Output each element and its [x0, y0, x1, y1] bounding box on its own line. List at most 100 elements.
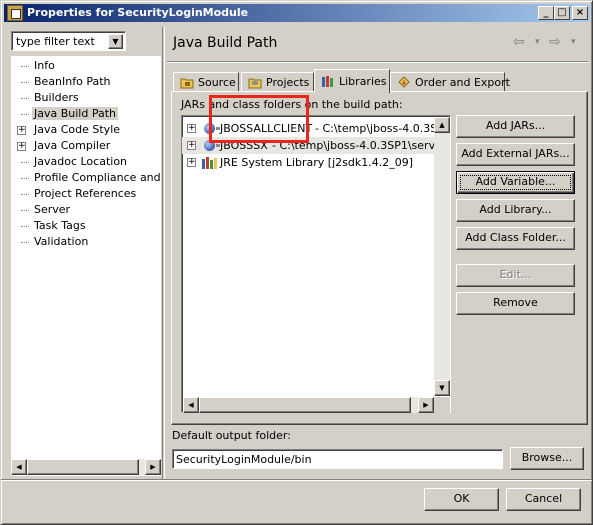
add-library-button[interactable]: Add Library... [456, 199, 575, 222]
edit-button[interactable]: Edit... [456, 264, 575, 287]
expand-icon[interactable]: + [187, 124, 196, 133]
nav-item-label: Validation [34, 235, 89, 248]
header-separator [167, 61, 588, 63]
nav-item-label: Javadoc Location [34, 155, 128, 168]
nav-item-label: Task Tags [34, 219, 86, 232]
libraries-icon [321, 75, 335, 88]
browse-button[interactable]: Browse... [510, 447, 584, 470]
cancel-button[interactable]: Cancel [506, 488, 581, 511]
nav-item[interactable]: Server [11, 202, 161, 218]
properties-window: Properties for SecurityLoginModule _ □ ×… [0, 0, 593, 525]
filter-combo[interactable]: ▼ [11, 31, 126, 51]
nav-item[interactable]: Javadoc Location [11, 154, 161, 170]
highlight-annotation [209, 95, 309, 143]
library-entry-name: JRE System Library [j2sdk1.4.2_09] [220, 156, 414, 169]
nav-item[interactable]: Task Tags [11, 218, 161, 234]
tab-projects[interactable]: Projects [241, 72, 314, 92]
nav-item[interactable]: Builders [11, 90, 161, 106]
library-entry[interactable]: + JRE System Library [j2sdk1.4.2_09] [182, 154, 450, 171]
nav-item-label: Info [34, 59, 55, 72]
scroll-right-icon[interactable]: ▶ [418, 397, 434, 413]
nav-item[interactable]: Java Build Path [11, 106, 161, 122]
close-button[interactable]: × [572, 6, 588, 20]
nav-item-label: Server [34, 203, 71, 216]
add-external-jars-button[interactable]: Add External JARs... [456, 143, 575, 166]
nav-horizontal-scrollbar[interactable]: ◀ ▶ [11, 459, 161, 475]
projects-icon [248, 76, 262, 89]
nav-item-label: BeanInfo Path [34, 75, 111, 88]
nav-item[interactable]: Validation [11, 234, 161, 250]
nav-item-label: Java Code Style [34, 123, 121, 136]
add-jars-button[interactable]: Add JARs... [456, 115, 575, 138]
window-title: Properties for SecurityLoginModule [27, 6, 249, 19]
forward-dropdown-icon[interactable]: ▾ [571, 37, 576, 47]
scroll-thumb[interactable] [199, 397, 411, 413]
back-arrow-icon[interactable]: ⇦ [513, 34, 525, 50]
history-navigation: ⇦ ▾ ⇨ ▾ [513, 34, 585, 50]
scroll-up-icon[interactable]: ▲ [434, 117, 450, 133]
tab-libraries-label: Libraries [339, 75, 387, 88]
nav-item[interactable]: + Java Code Style [11, 122, 161, 138]
nav-item-label: Builders [34, 91, 79, 104]
tree-connector [21, 114, 29, 115]
filter-input[interactable] [14, 34, 106, 49]
nav-item[interactable]: Profile Compliance and Va [11, 170, 161, 186]
remove-button[interactable]: Remove [456, 292, 575, 315]
library-entry-path: - C:\temp\jboss-4.0.3SP1\clie [315, 122, 450, 135]
scroll-left-icon[interactable]: ◀ [11, 459, 27, 475]
source-folder-icon [180, 76, 194, 89]
default-output-folder-label: Default output folder: [172, 429, 291, 442]
properties-window-icon [7, 5, 23, 21]
default-output-folder-field[interactable]: SecurityLoginModule/bin [172, 449, 503, 469]
forward-arrow-icon[interactable]: ⇨ [549, 34, 561, 50]
tab-order-and-export[interactable]: Order and Export [390, 72, 510, 92]
tree-connector [21, 66, 29, 67]
add-variable-button[interactable]: Add Variable... [456, 171, 575, 194]
tab-order-export-label: Order and Export [415, 76, 510, 89]
tree-connector [21, 210, 29, 211]
nav-item[interactable]: Project References [11, 186, 161, 202]
property-page-tree: Info BeanInfo Path Builders Java Build Path… [11, 56, 161, 476]
ok-button[interactable]: OK [424, 488, 499, 511]
nav-item[interactable]: BeanInfo Path [11, 74, 161, 90]
pane-splitter[interactable] [162, 27, 165, 479]
tab-source[interactable]: Source [173, 72, 239, 92]
tree-connector [21, 82, 29, 83]
scroll-right-icon[interactable]: ▶ [145, 459, 161, 475]
tree-connector [21, 194, 29, 195]
chevron-down-icon[interactable]: ▼ [108, 34, 123, 49]
expand-icon[interactable]: + [17, 142, 26, 151]
expand-icon[interactable]: + [17, 126, 26, 135]
footer-separator [1, 479, 592, 481]
tree-connector [21, 242, 29, 243]
expand-icon[interactable]: + [187, 141, 196, 150]
tree-horizontal-scrollbar[interactable]: ◀ ▶ [183, 397, 434, 413]
tree-vertical-scrollbar[interactable]: ▲ ▼ [434, 117, 450, 396]
jre-library-icon [202, 156, 218, 169]
nav-item[interactable]: Info [11, 58, 161, 74]
nav-item-label: Profile Compliance and Va [34, 171, 161, 184]
page-title: Java Build Path [173, 35, 278, 51]
nav-item-label: Java Build Path [32, 107, 119, 120]
maximize-button[interactable]: □ [554, 6, 570, 20]
scrollbar-corner [434, 397, 450, 413]
nav-item[interactable]: + Java Compiler [11, 138, 161, 154]
nav-item-label: Java Compiler [34, 139, 111, 152]
add-class-folder-button[interactable]: Add Class Folder... [456, 227, 575, 250]
tree-connector [21, 98, 29, 99]
tab-source-label: Source [198, 76, 236, 89]
title-bar[interactable]: Properties for SecurityLoginModule _ □ × [4, 4, 590, 22]
order-export-icon [397, 76, 411, 89]
tab-projects-label: Projects [266, 76, 310, 89]
scroll-left-icon[interactable]: ◀ [183, 397, 199, 413]
scroll-thumb[interactable] [27, 459, 139, 475]
tab-libraries[interactable]: Libraries [314, 69, 390, 93]
tree-connector [21, 162, 29, 163]
scroll-down-icon[interactable]: ▼ [434, 380, 450, 396]
nav-item-label: Project References [34, 187, 137, 200]
tree-connector [21, 226, 29, 227]
back-dropdown-icon[interactable]: ▾ [535, 37, 540, 47]
minimize-button[interactable]: _ [538, 6, 554, 20]
build-path-library-tree[interactable]: + JBOSSALLCLIENT - C:\temp\jboss-4.0.3SP… [181, 115, 451, 413]
expand-icon[interactable]: + [187, 158, 196, 167]
